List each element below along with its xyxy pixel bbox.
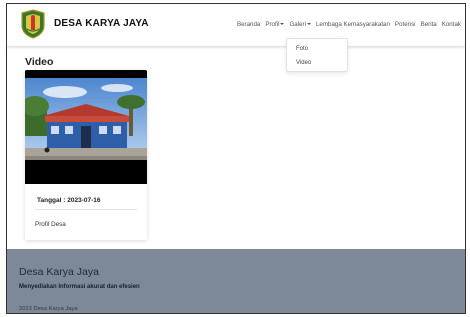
footer-title: Desa Karya Jaya [19, 266, 99, 278]
nav-potensi-label: Potensi [394, 21, 416, 28]
nav-kontak-label: Kontak [441, 21, 461, 28]
brand-name[interactable]: DESA KARYA JAYA [54, 18, 149, 29]
card-category[interactable]: Profil Desa [35, 221, 66, 228]
main-nav: Beranda Profil Galeri Lembaga Kemasyarak… [237, 21, 461, 28]
nav-profil-label: Profil [265, 21, 280, 28]
nav-lembaga-label: Lembaga Kemasyarakatan [315, 21, 390, 28]
video-thumbnail[interactable] [25, 70, 147, 184]
dropdown-item-foto[interactable]: Foto [296, 46, 308, 52]
nav-profil[interactable]: Profil [265, 21, 285, 28]
dropdown-item-video[interactable]: Video [296, 60, 311, 66]
nav-beranda[interactable]: Beranda [237, 21, 260, 28]
nav-lembaga[interactable]: Lembaga Kemasyarakatan [316, 21, 390, 28]
footer-copyright: 2023 Desa Karya Jaya [19, 306, 78, 312]
chevron-down-icon [306, 23, 311, 25]
footer-tagline: Menyediakan Informasi akurat dan efesien [19, 284, 140, 290]
nav-beranda-label: Beranda [236, 21, 261, 28]
card-divider [35, 209, 137, 210]
nav-potensi[interactable]: Potensi [395, 21, 416, 28]
village-logo-icon[interactable] [20, 9, 46, 39]
browser-frame: DESA KARYA JAYA Beranda Profil Galeri Le… [6, 3, 466, 314]
footer: Desa Karya Jaya Menyediakan Informasi ak… [7, 249, 465, 313]
nav-galeri[interactable]: Galeri [289, 21, 311, 28]
video-card[interactable]: Tanggal : 2023-07-16 Profil Desa [25, 70, 147, 240]
navbar: DESA KARYA JAYA Beranda Profil Galeri Le… [7, 4, 465, 46]
card-date: Tanggal : 2023-07-16 [37, 197, 101, 204]
nav-galeri-label: Galeri [289, 21, 306, 28]
nav-kontak[interactable]: Kontak [442, 21, 461, 28]
chevron-down-icon [280, 23, 285, 25]
nav-berita[interactable]: Berita [421, 21, 437, 28]
page-title: Video [25, 56, 54, 68]
galeri-dropdown-menu: Foto Video [286, 38, 348, 72]
nav-berita-label: Berita [420, 21, 437, 28]
